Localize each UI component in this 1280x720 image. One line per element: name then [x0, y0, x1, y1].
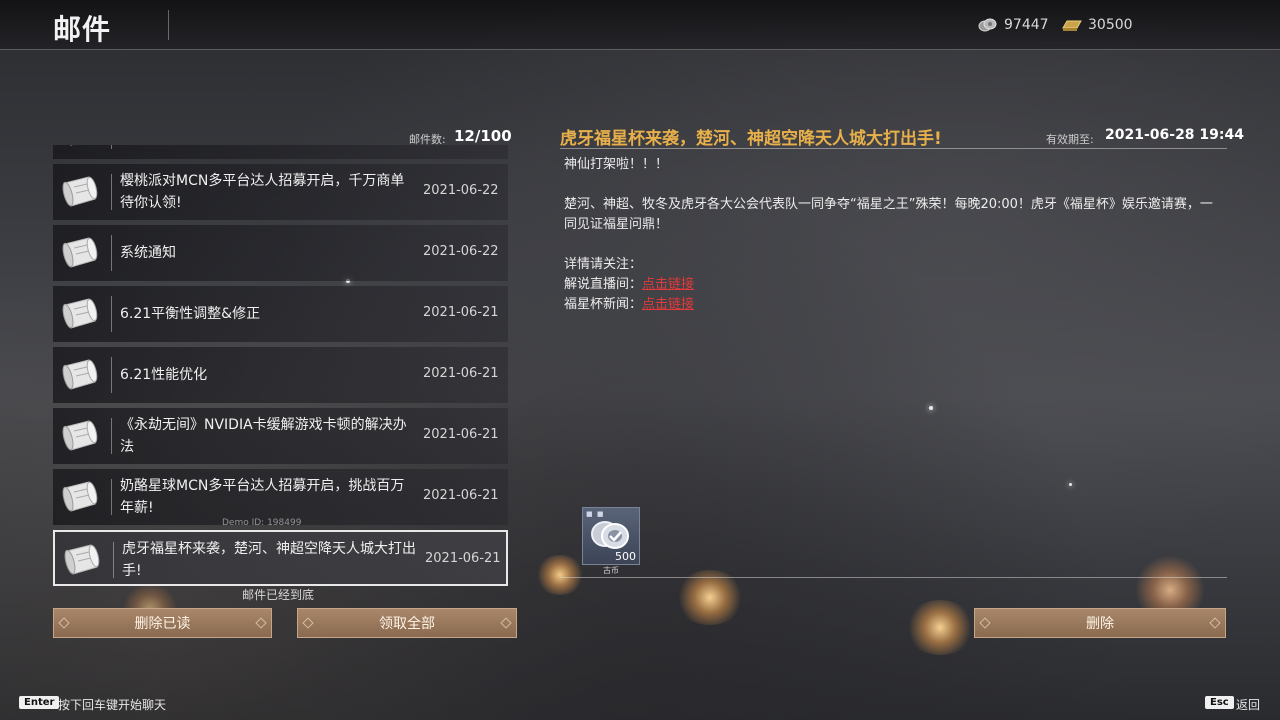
silver-currency: 97447 [978, 17, 1049, 33]
demo-watermark: Demo ID: 198499 [222, 518, 302, 528]
mail-body-paragraph: 楚河、神超、牧冬及虎牙各大公会代表队一同争夺“福星之王”殊荣！每晚20:00！虎… [564, 197, 1213, 232]
mail-item[interactable]: 虎牙福星杯来袭，楚河、神超空降天人城大打出手! 2021-06-21 [53, 530, 508, 586]
mail-item-date: 2021-06-21 [423, 366, 499, 381]
lantern-glow [905, 600, 975, 655]
mail-item[interactable]: 6.21平衡性调整&修正 2021-06-21 [53, 286, 508, 342]
page-title: 邮件 [53, 13, 112, 46]
mail-body-line: 神仙打架啦！！！ [564, 157, 669, 172]
spark [929, 406, 933, 410]
title-divider [168, 10, 169, 40]
item-divider [111, 357, 112, 393]
lantern-glow [535, 555, 585, 595]
delete-button[interactable]: 删除 [974, 608, 1226, 638]
stream-link-label: 解说直播间： [564, 277, 643, 292]
gold-currency: 30500 [1062, 17, 1133, 33]
mail-item-date: 2021-06-22 [423, 183, 499, 198]
expire-date: 2021-06-28 19:44 [1105, 127, 1244, 143]
scroll-mail-icon [62, 420, 98, 451]
mail-item-title: 樱桃派对MCN多平台达人招募开启，千万商单待你认领! [120, 173, 405, 211]
attachment-slot[interactable]: ■ ■ 500 [582, 507, 640, 565]
stream-link-row: 解说直播间：点击链接 [564, 275, 1224, 295]
detail-divider [560, 148, 1227, 149]
attachment-label: 古币 [603, 566, 619, 575]
item-divider [111, 235, 112, 271]
mail-item-title: 虎牙福星杯来袭，楚河、神超空降天人城大打出手! [122, 541, 416, 579]
lantern-glow [675, 570, 745, 625]
mail-item-title: 6.21平衡性调整&修正 [120, 306, 261, 322]
mail-body-line: 详情请关注： [564, 257, 643, 272]
delete-read-button[interactable]: 删除已读 [53, 608, 272, 638]
scroll-mail-icon [62, 298, 98, 329]
scroll-mail-icon [62, 481, 98, 512]
enter-chat-hint: 按下回车键开始聊天 [58, 698, 167, 712]
mail-item[interactable]: 《永劫无间》NVIDIA卡缓解游戏卡顿的解决办法 2021-06-21 [53, 408, 508, 464]
scroll-mail-icon [62, 359, 98, 390]
news-link-row: 福星杯新闻：点击链接 [564, 295, 1224, 315]
mail-item-title: 《永劫无间》NVIDIA卡缓解游戏卡顿的解决办法 [120, 417, 407, 455]
item-divider [111, 418, 112, 454]
scroll-mail-icon [64, 544, 100, 575]
mail-item-date: 2021-06-21 [423, 305, 499, 320]
stream-link[interactable]: 点击链接 [642, 277, 694, 292]
mail-detail-title: 虎牙福星杯来袭，楚河、神超空降天人城大打出手! [560, 129, 942, 149]
coin-pile-icon [591, 521, 629, 549]
silver-coin-icon [978, 18, 997, 32]
esc-key-badge[interactable]: Esc [1205, 696, 1234, 709]
mail-item-date: 2021-06-21 [423, 488, 499, 503]
item-divider [111, 145, 112, 149]
mail-count-value: 12/100 [454, 127, 512, 145]
gold-ingot-icon [1062, 20, 1082, 31]
mail-item[interactable]: 赛 寺日豆场 [53, 145, 508, 159]
claim-all-button[interactable]: 领取全部 [297, 608, 517, 638]
mail-item-date: 2021-06-22 [423, 244, 499, 259]
list-end-text: 邮件已经到底 [242, 588, 315, 602]
item-divider [113, 542, 114, 578]
item-divider [111, 296, 112, 332]
header-divider [0, 49, 1280, 50]
silver-amount: 97447 [1004, 17, 1049, 33]
gold-amount: 30500 [1088, 17, 1133, 33]
attachment-quantity: 500 [615, 550, 636, 563]
scroll-mail-icon [62, 145, 74, 146]
scroll-mail-icon [62, 176, 98, 207]
mail-item[interactable]: 奶酪星球MCN多平台达人招募开启，挑战百万年薪! 2021-06-21 [53, 469, 508, 525]
mail-item-title: 6.21性能优化 [120, 367, 208, 383]
news-link[interactable]: 点击链接 [642, 297, 694, 312]
news-link-label: 福星杯新闻： [564, 297, 643, 312]
item-divider [111, 174, 112, 210]
mail-item-title: 奶酪星球MCN多平台达人招募开启，挑战百万年薪! [120, 478, 405, 516]
enter-key-badge: Enter [19, 696, 60, 709]
item-divider [111, 479, 112, 515]
back-hint[interactable]: 返回 [1236, 696, 1260, 713]
mail-item-date: 2021-06-21 [423, 427, 499, 442]
expire-label: 有效期至: [1046, 133, 1094, 146]
mail-item-date: 2021-06-21 [425, 551, 501, 566]
mail-item-title: 系统通知 [120, 245, 176, 261]
attachment-divider [560, 577, 1227, 578]
scroll-mail-icon [62, 237, 98, 268]
mail-item[interactable]: 6.21性能优化 2021-06-21 [53, 347, 508, 403]
mail-item[interactable]: 樱桃派对MCN多平台达人招募开启，千万商单待你认领! 2021-06-22 [53, 164, 508, 220]
mail-item[interactable]: 系统通知 2021-06-22 [53, 225, 508, 281]
spark [1069, 483, 1072, 486]
